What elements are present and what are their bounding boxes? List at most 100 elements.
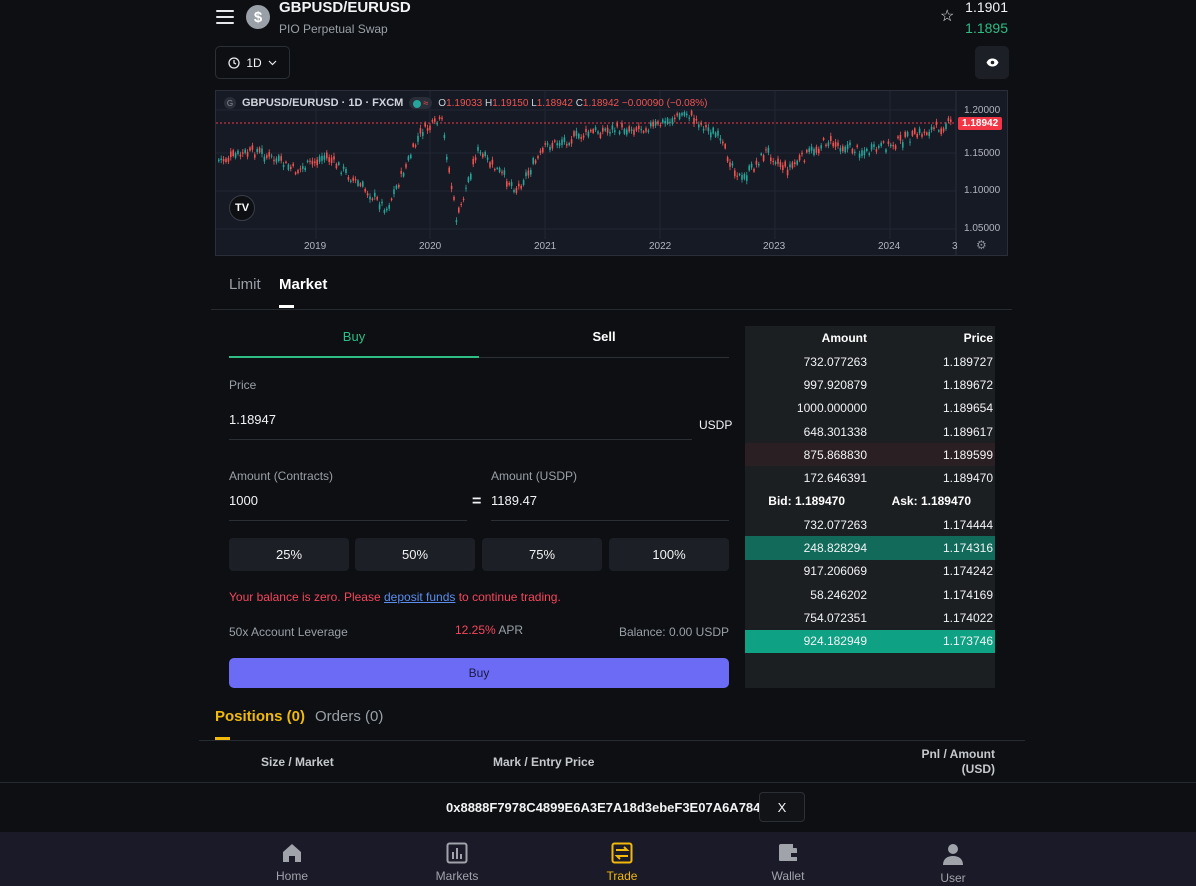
pct-25-button[interactable]: 25% xyxy=(229,538,349,571)
tab-limit[interactable]: Limit xyxy=(229,276,261,293)
candle-body xyxy=(906,131,909,137)
candle-body xyxy=(486,157,489,160)
side-sell-tab[interactable]: Sell xyxy=(479,326,729,358)
candle-body xyxy=(599,132,602,138)
coin-icon: $ xyxy=(246,5,270,29)
candle-body xyxy=(222,158,225,162)
candle-body xyxy=(921,134,923,137)
candle-body xyxy=(930,126,933,130)
candle-body xyxy=(813,149,815,155)
menu-icon[interactable] xyxy=(216,10,234,24)
candle-body xyxy=(851,148,854,154)
candle-body xyxy=(542,147,544,153)
candle-body xyxy=(374,192,376,197)
candle-body xyxy=(611,125,614,130)
nav-markets[interactable]: Markets xyxy=(412,842,502,883)
timeframe-dropdown[interactable]: 1D xyxy=(215,46,290,79)
candle-body xyxy=(573,131,575,137)
candle-body xyxy=(640,129,642,131)
price-input[interactable]: 1.18947 xyxy=(229,412,692,440)
bid-row[interactable]: 917.206069 1.174242 xyxy=(745,560,995,583)
ask-row[interactable]: 732.077263 1.189727 xyxy=(745,350,995,373)
candle-body xyxy=(314,161,316,164)
candle-body xyxy=(796,160,798,165)
disconnect-button[interactable]: X xyxy=(759,792,805,822)
tab-positions[interactable]: Positions (0) xyxy=(215,708,305,725)
candle-body xyxy=(419,128,422,134)
candle-body xyxy=(758,163,760,166)
nav-user[interactable]: User xyxy=(908,842,998,885)
candle-body xyxy=(508,183,510,185)
nav-wallet[interactable]: Wallet xyxy=(743,842,833,883)
candle-body xyxy=(765,149,767,151)
candle-body xyxy=(498,167,501,172)
pct-100-button[interactable]: 100% xyxy=(609,538,729,571)
tradingview-logo[interactable]: TV xyxy=(229,195,255,221)
side-buy-tab[interactable]: Buy xyxy=(229,326,479,358)
candle-body xyxy=(506,181,508,187)
bid-row[interactable]: 754.072351 1.174022 xyxy=(745,606,995,629)
bid-row[interactable]: 58.246202 1.174169 xyxy=(745,583,995,606)
candle-body xyxy=(258,147,261,153)
candle-body xyxy=(266,155,268,158)
candle-body xyxy=(578,133,580,139)
candle-body xyxy=(359,183,362,187)
candle-body xyxy=(539,150,542,153)
candle-body xyxy=(400,171,402,174)
favorite-star-icon[interactable]: ☆ xyxy=(940,6,954,26)
amount-usdp-input[interactable]: 1189.47 xyxy=(491,493,729,521)
candle-body xyxy=(242,152,244,154)
ask-row[interactable]: 1000.000000 1.189654 xyxy=(745,397,995,420)
ask-row[interactable]: 997.920879 1.189672 xyxy=(745,373,995,396)
candle-body xyxy=(227,157,230,162)
ask-row[interactable]: 172.646391 1.189470 xyxy=(745,466,995,489)
amount-contracts-label: Amount (Contracts) xyxy=(229,469,334,483)
eye-toggle-button[interactable] xyxy=(975,46,1009,79)
candle-body xyxy=(443,134,446,139)
ask-row[interactable]: 648.301338 1.189617 xyxy=(745,420,995,443)
price-label: Price xyxy=(229,378,257,392)
chart-settings-icon[interactable]: ⚙ xyxy=(976,238,987,252)
candle-body xyxy=(376,196,378,200)
bid-row[interactable]: 924.182949 1.173746 xyxy=(745,629,995,653)
nav-home[interactable]: Home xyxy=(247,842,337,883)
candle-body xyxy=(405,164,407,168)
ask-row[interactable]: 875.868830 1.189599 xyxy=(745,443,995,467)
pct-75-button[interactable]: 75% xyxy=(482,538,602,571)
deposit-funds-link[interactable]: deposit funds xyxy=(384,590,455,604)
candle-body xyxy=(261,148,263,154)
pct-50-button[interactable]: 50% xyxy=(355,538,475,571)
candle-body xyxy=(863,150,866,156)
bid-row[interactable]: 248.828294 1.174316 xyxy=(745,536,995,560)
column-header-mark: Mark / Entry Price xyxy=(493,755,595,769)
x-tick-label: 2020 xyxy=(419,241,442,252)
candle-body xyxy=(827,142,830,146)
candle-body xyxy=(232,150,234,156)
candle-body xyxy=(902,142,904,148)
candle-body xyxy=(381,201,383,204)
candle-body xyxy=(393,189,395,195)
bid-row[interactable]: 732.077263 1.174444 xyxy=(745,513,995,536)
buy-submit-button[interactable]: Buy xyxy=(229,658,729,688)
candle-body xyxy=(654,121,657,126)
candle-body xyxy=(410,154,412,159)
candle-body xyxy=(935,121,938,125)
candle-body xyxy=(688,117,690,119)
candle-body xyxy=(561,139,563,145)
amount-contracts-input[interactable]: 1000 xyxy=(229,493,467,521)
candle-body xyxy=(530,170,532,175)
tab-orders[interactable]: Orders (0) xyxy=(315,708,383,725)
y-tick-label: 1.05000 xyxy=(964,223,1001,234)
candle-body xyxy=(647,130,650,132)
candle-body xyxy=(568,142,570,146)
candle-body xyxy=(582,135,585,138)
price-chart[interactable]: 1.20000 1.15000 1.10000 1.05000 2019 2020 2021… xyxy=(215,90,1008,256)
bottom-nav: Home Markets Trade Wallet User xyxy=(0,832,1196,886)
candle-body xyxy=(890,144,892,147)
candle-body xyxy=(515,187,518,193)
tab-market[interactable]: Market xyxy=(279,276,327,293)
candle-body xyxy=(525,172,527,177)
nav-trade[interactable]: Trade xyxy=(577,842,667,883)
candle-body xyxy=(426,128,429,131)
candle-body xyxy=(302,166,304,169)
